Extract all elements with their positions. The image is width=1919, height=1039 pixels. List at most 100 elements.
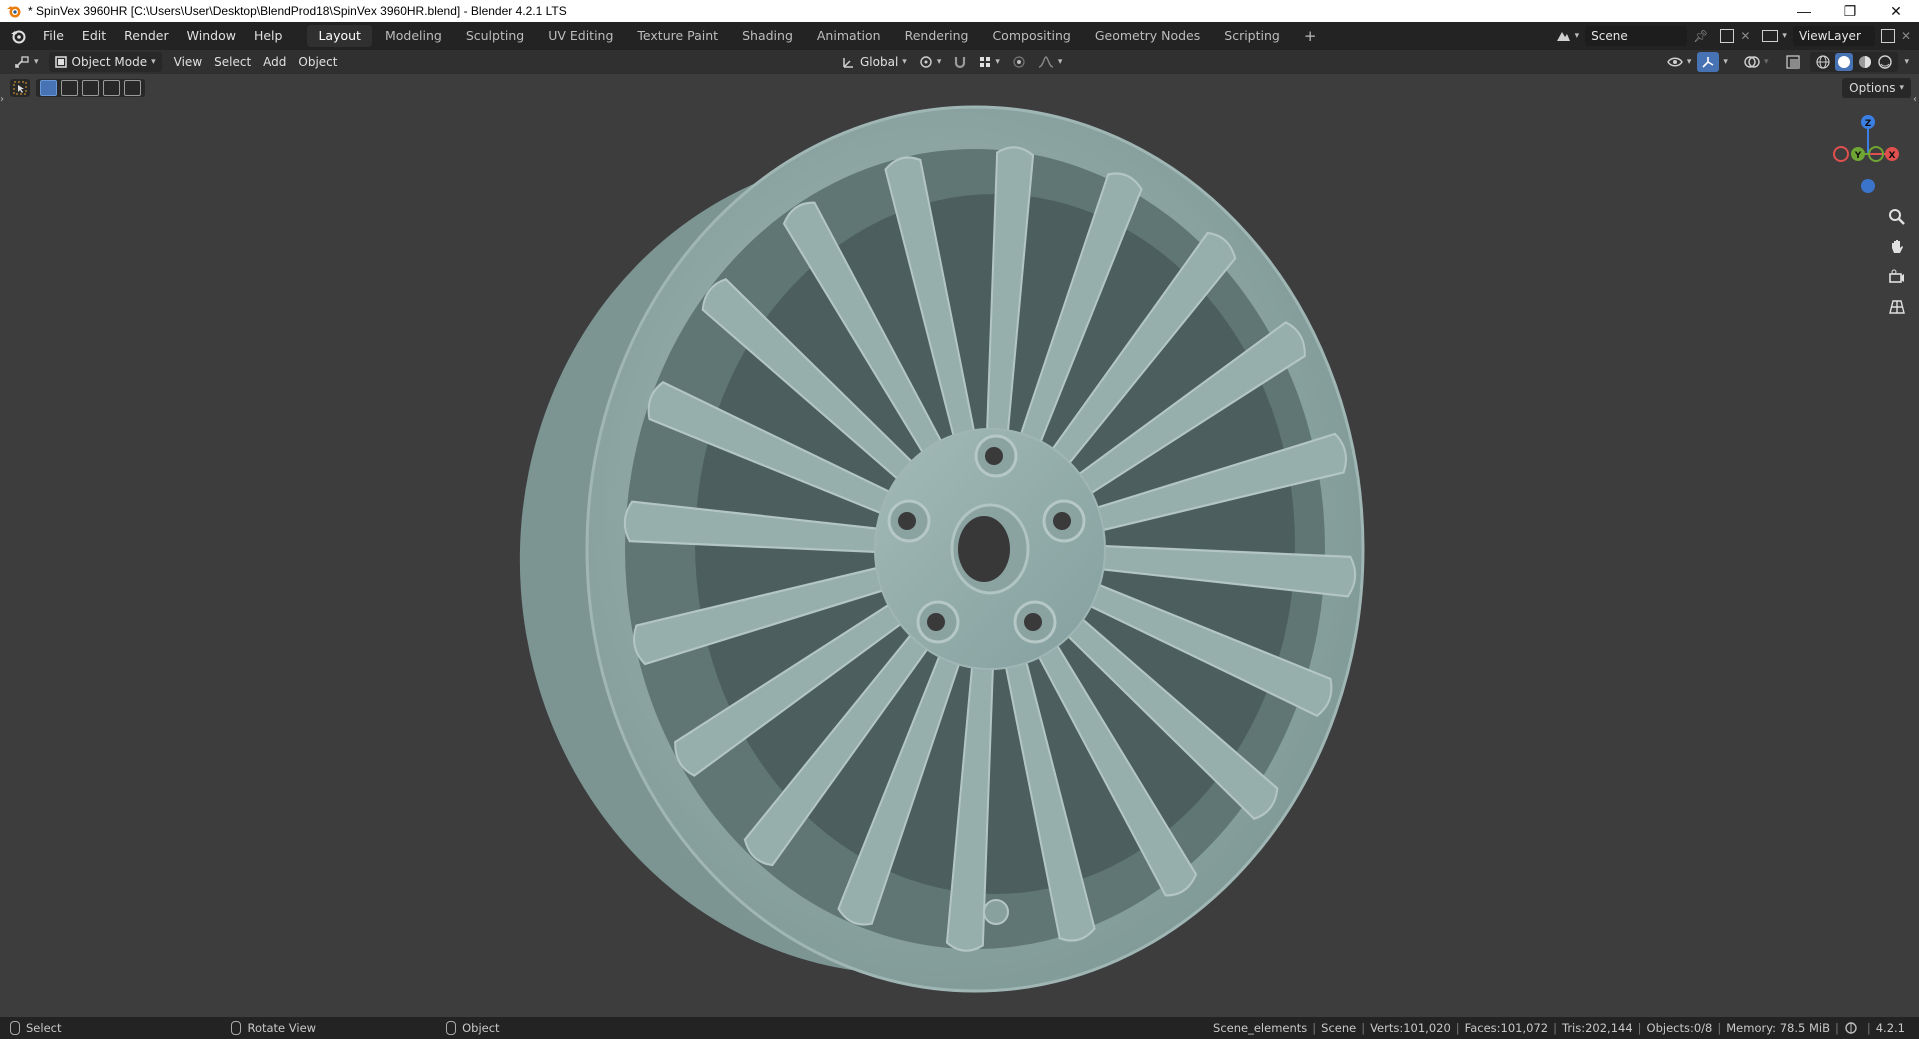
proportional-editing-toggle[interactable]	[1006, 52, 1032, 72]
add-workspace-button[interactable]: +	[1293, 25, 1328, 47]
material-preview-shading-icon[interactable]	[1857, 54, 1873, 70]
overlays-toggle[interactable]: ▾	[1738, 52, 1775, 72]
tab-uv-editing[interactable]: UV Editing	[537, 25, 624, 47]
stat-memory: Memory: 78.5 MiB	[1726, 1021, 1830, 1035]
zoom-icon[interactable]	[1885, 205, 1909, 229]
new-scene-icon[interactable]	[1720, 29, 1735, 43]
restore-button[interactable]: ❐	[1827, 0, 1873, 22]
wireframe-shading-icon[interactable]	[1815, 54, 1831, 70]
menu-object[interactable]: Object	[292, 52, 343, 72]
pivot-point-button[interactable]: ▾	[913, 52, 948, 72]
stat-collection: Scene_elements	[1213, 1021, 1308, 1035]
left-toolbar-toggle-icon[interactable]: ›	[0, 94, 4, 105]
menu-help[interactable]: Help	[245, 25, 292, 47]
gizmo-x-label: X	[1889, 151, 1896, 161]
snap-target-dropdown[interactable]: ▾	[973, 52, 1006, 72]
right-sidebar-toggle-icon[interactable]: ‹	[1913, 94, 1917, 105]
visibility-dropdown[interactable]: ▾	[1661, 52, 1698, 72]
chevron-down-icon: ▾	[34, 57, 39, 67]
new-view-layer-icon[interactable]	[1880, 29, 1895, 43]
transform-orientation-dropdown[interactable]: Global ▾	[836, 52, 913, 72]
gizmo-neg-z-axis[interactable]	[1861, 179, 1875, 193]
extend-selection-icon[interactable]	[61, 80, 78, 96]
tab-layout[interactable]: Layout	[307, 25, 372, 47]
chevron-down-icon: ▾	[936, 57, 942, 67]
gizmo-neg-x-axis[interactable]	[1833, 146, 1849, 162]
delete-scene-icon[interactable]: ✕	[1740, 29, 1750, 43]
menu-edit[interactable]: Edit	[73, 25, 115, 47]
perspective-grid-icon[interactable]	[1885, 295, 1909, 319]
menu-select[interactable]: Select	[208, 52, 257, 72]
menu-window[interactable]: Window	[178, 25, 245, 47]
mode-dropdown[interactable]: Object Mode ▾	[48, 52, 162, 72]
chevron-down-icon[interactable]: ▾	[1904, 57, 1909, 67]
scene-name-field[interactable]: Scene	[1585, 26, 1688, 46]
camera-view-icon[interactable]	[1885, 265, 1909, 289]
tab-compositing[interactable]: Compositing	[981, 25, 1081, 47]
status-hint-select-label: Select	[26, 1021, 62, 1035]
3d-viewport[interactable]: Z Y X › ‹	[0, 74, 1919, 1017]
blender-menu-icon[interactable]	[10, 28, 26, 44]
tab-rendering[interactable]: Rendering	[894, 25, 980, 47]
navigation-gizmo[interactable]: Z Y X	[1820, 110, 1910, 200]
chevron-down-icon: ▾	[1057, 57, 1063, 67]
tab-modeling[interactable]: Modeling	[374, 25, 453, 47]
wheel-model[interactable]	[0, 74, 1919, 1017]
delete-view-layer-icon[interactable]: ✕	[1901, 29, 1911, 43]
transform-orientation-label: Global	[860, 55, 899, 69]
set-new-selection-icon[interactable]	[40, 80, 57, 96]
pan-hand-icon[interactable]	[1885, 235, 1909, 259]
rendered-shading-icon[interactable]	[1877, 54, 1893, 70]
vram-icon	[1845, 1022, 1857, 1034]
magnet-icon	[955, 57, 966, 69]
menu-render[interactable]: Render	[115, 25, 178, 47]
pin-icon[interactable]: 📌︎	[1693, 29, 1708, 43]
options-dropdown[interactable]: Options ▾	[1842, 78, 1911, 98]
tab-geometry-nodes[interactable]: Geometry Nodes	[1084, 25, 1211, 47]
proportional-editing-icon	[1013, 56, 1025, 68]
scene-icon[interactable]	[1555, 28, 1571, 44]
xray-toggle[interactable]	[1780, 52, 1806, 72]
menu-file[interactable]: File	[34, 25, 73, 47]
scene-name: Scene	[1591, 29, 1628, 43]
intersect-selection-icon[interactable]	[124, 80, 141, 96]
stat-version: 4.2.1	[1875, 1021, 1905, 1035]
view-layer-field[interactable]: ViewLayer	[1792, 26, 1875, 46]
solid-shading-icon[interactable]	[1835, 53, 1854, 71]
window-titlebar: * SpinVex 3960HR [C:\Users\User\Desktop\…	[0, 0, 1919, 22]
tab-texture-paint[interactable]: Texture Paint	[626, 25, 729, 47]
snap-grid-icon	[980, 57, 991, 67]
snap-toggle[interactable]	[947, 52, 973, 72]
select-tool-button[interactable]	[10, 79, 30, 97]
chevron-down-icon: ▾	[151, 57, 156, 67]
gizmo-toggle[interactable]	[1697, 52, 1720, 72]
stat-separator: |	[1637, 1021, 1642, 1035]
mouse-middle-icon	[231, 1021, 242, 1035]
status-hint-rotate: Rotate View	[231, 1021, 316, 1035]
view-layer-name: ViewLayer	[1798, 29, 1861, 43]
close-button[interactable]: ✕	[1873, 0, 1919, 22]
invert-selection-icon[interactable]	[103, 80, 120, 96]
tab-shading[interactable]: Shading	[731, 25, 804, 47]
chevron-down-icon: ▾	[1899, 83, 1904, 93]
tab-animation[interactable]: Animation	[806, 25, 892, 47]
status-hint-object: Object	[446, 1021, 500, 1035]
stat-objects: Objects:0/8	[1646, 1021, 1713, 1035]
orientation-axes-icon	[843, 57, 853, 68]
tab-scripting[interactable]: Scripting	[1213, 25, 1291, 47]
chevron-down-icon: ▾	[1763, 57, 1769, 67]
chevron-down-icon[interactable]: ▾	[1723, 57, 1728, 67]
subtract-selection-icon[interactable]	[82, 80, 99, 96]
viewport-header: ▾ Object Mode ▾ View Select Add Object G…	[0, 50, 1919, 74]
editor-type-button[interactable]: ▾	[8, 52, 45, 72]
tab-sculpting[interactable]: Sculpting	[455, 25, 535, 47]
overlays-icon	[1744, 56, 1760, 68]
view-layer-icon[interactable]	[1762, 30, 1779, 42]
minimize-button[interactable]: —	[1781, 0, 1827, 22]
proportional-falloff-dropdown[interactable]: ▾	[1032, 52, 1069, 72]
menu-add[interactable]: Add	[257, 52, 292, 72]
stat-verts: Verts:101,020	[1370, 1021, 1451, 1035]
menu-view[interactable]: View	[168, 52, 208, 72]
gizmo-y-label: Y	[1854, 151, 1862, 161]
shading-mode-group	[1810, 52, 1899, 72]
